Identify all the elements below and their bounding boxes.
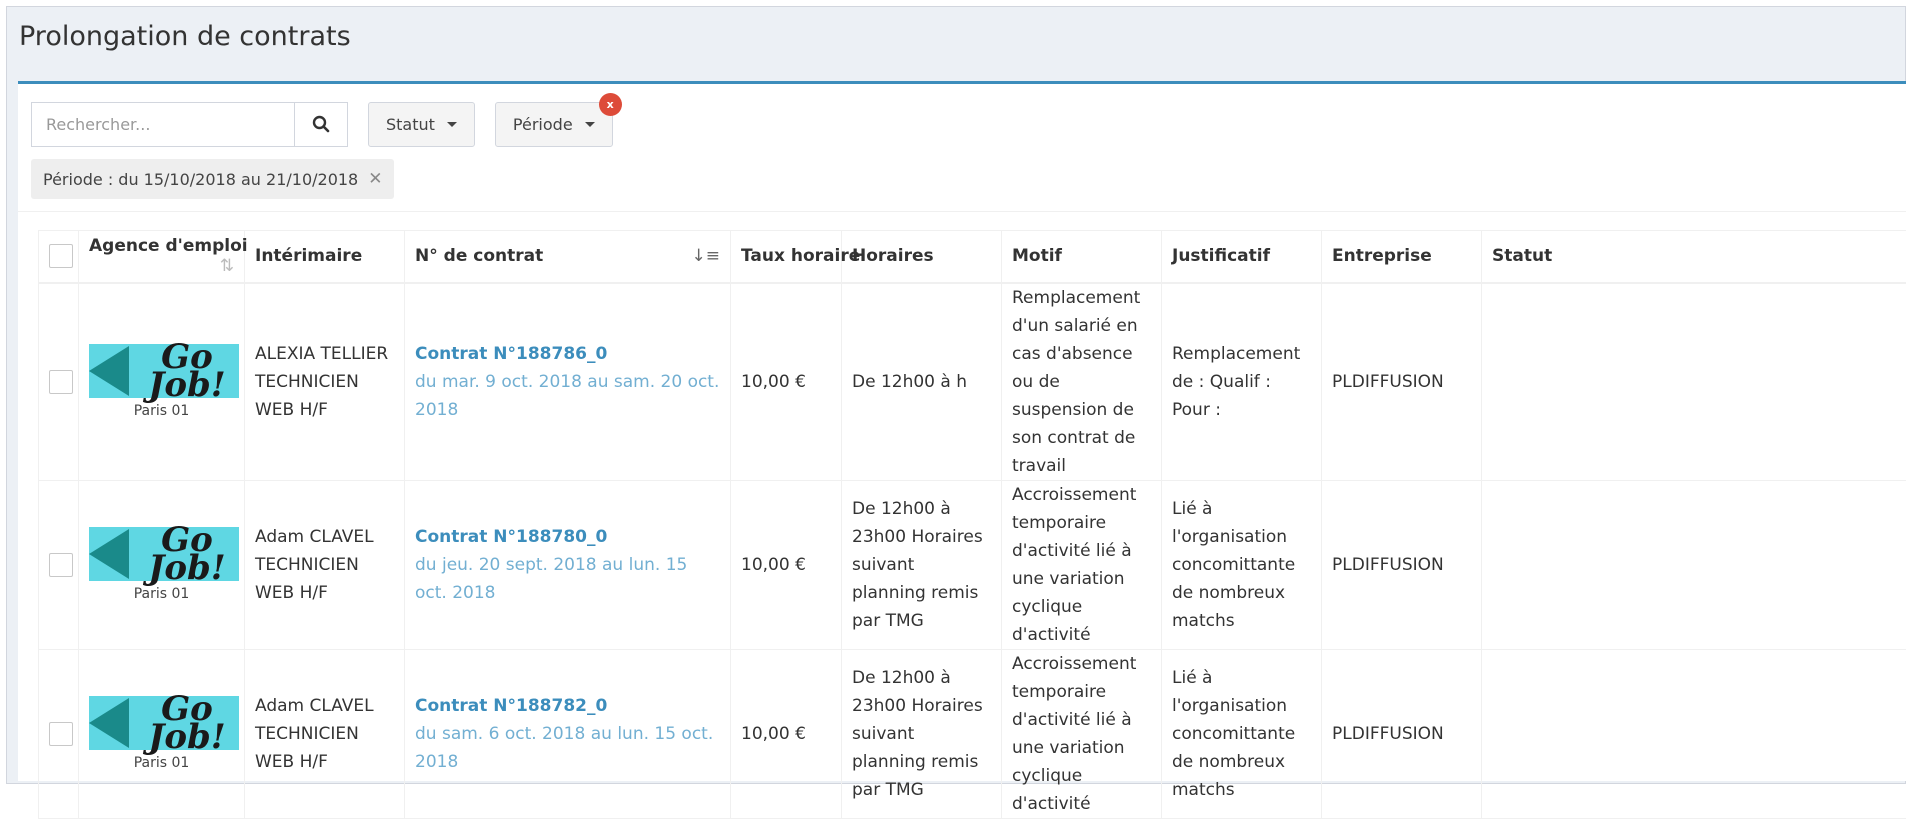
play-triangle-icon — [89, 346, 129, 396]
search-button[interactable] — [294, 102, 348, 147]
sort-icon[interactable]: ⇅ — [220, 256, 234, 276]
filter-tag-label: Période : du 15/10/2018 au 21/10/2018 — [43, 170, 358, 189]
search-icon — [312, 115, 330, 133]
worker-name: Adam CLAVEL — [255, 692, 394, 720]
status-cell — [1482, 283, 1906, 481]
play-triangle-icon — [89, 698, 129, 748]
caret-down-icon — [447, 122, 457, 127]
justification-cell: Remplacement de : Qualif : Pour : — [1162, 283, 1322, 481]
row-select-cell — [39, 283, 79, 481]
period-dropdown-label: Période — [513, 115, 573, 134]
status-dropdown[interactable]: Statut — [368, 102, 475, 147]
worker-cell: ALEXIA TELLIER TECHNICIEN WEB H/F — [245, 283, 405, 481]
header-reason: Motif — [1002, 231, 1162, 283]
worker-cell: Adam CLAVEL TECHNICIEN WEB H/F — [245, 480, 405, 649]
divider — [18, 211, 1906, 212]
agency-cell: Go Job! Paris 01 — [79, 480, 245, 649]
reason-cell: Accroissement temporaire d'activité lié … — [1002, 480, 1162, 649]
company-cell: PLDIFFUSION — [1322, 649, 1482, 818]
sort-desc-icon[interactable]: ↓≡ — [692, 246, 721, 266]
header-justification: Justificatif — [1162, 231, 1322, 283]
reason-cell: Accroissement temporaire d'activité lié … — [1002, 649, 1162, 818]
rate-cell: 10,00 € — [731, 649, 842, 818]
contract-link[interactable]: Contrat N°188786_0 — [415, 340, 720, 368]
page-header: Prolongation de contrats — [7, 7, 1905, 81]
status-cell — [1482, 480, 1906, 649]
contract-link[interactable]: Contrat N°188782_0 — [415, 692, 720, 720]
agency-logo: Go Job! — [89, 696, 239, 750]
play-triangle-icon — [89, 529, 129, 579]
active-filter-tag: Période : du 15/10/2018 au 21/10/2018 ✕ — [31, 159, 394, 199]
worker-name: ALEXIA TELLIER — [255, 340, 394, 368]
period-dropdown[interactable]: Période x — [495, 102, 613, 147]
contracts-table: Agence d'emploi⇅ Intérimaire N° de contr… — [38, 230, 1906, 819]
select-all-checkbox[interactable] — [49, 244, 73, 268]
worker-cell: Adam CLAVEL TECHNICIEN WEB H/F — [245, 649, 405, 818]
status-dropdown-label: Statut — [386, 115, 435, 134]
row-select-cell — [39, 480, 79, 649]
row-select-cell — [39, 649, 79, 818]
clear-period-badge[interactable]: x — [599, 93, 622, 116]
reason-cell: Remplacement d'un salarié en cas d'absen… — [1002, 283, 1162, 481]
contracts-panel: Statut Période x Période : du 15/10/2018… — [18, 81, 1906, 781]
header-rate: Taux horaire — [731, 231, 842, 283]
header-company: Entreprise — [1322, 231, 1482, 283]
contract-link[interactable]: Contrat N°188780_0 — [415, 523, 720, 551]
toolbar: Statut Période x — [31, 101, 613, 147]
page-title: Prolongation de contrats — [19, 21, 1893, 52]
contract-dates: du jeu. 20 sept. 2018 au lun. 15 oct. 20… — [415, 551, 720, 607]
header-hours: Horaires — [842, 231, 1002, 283]
hours-cell: De 12h00 à h — [842, 283, 1002, 481]
contract-dates: du mar. 9 oct. 2018 au sam. 20 oct. 2018 — [415, 368, 720, 424]
company-cell: PLDIFFUSION — [1322, 480, 1482, 649]
agency-logo: Go Job! — [89, 344, 239, 398]
table-row: Go Job! Paris 01 Adam CLAVEL TECHNICIEN … — [39, 649, 1906, 818]
header-worker: Intérimaire — [245, 231, 405, 283]
status-cell — [1482, 649, 1906, 818]
contract-cell: Contrat N°188786_0 du mar. 9 oct. 2018 a… — [405, 283, 731, 481]
justification-cell: Lié à l'organisation concomittante de no… — [1162, 649, 1322, 818]
worker-role: TECHNICIEN WEB H/F — [255, 551, 394, 607]
page: Prolongation de contrats Statut Période — [6, 6, 1906, 784]
search-input[interactable] — [31, 102, 294, 147]
search-group — [31, 102, 348, 147]
close-icon[interactable]: ✕ — [368, 169, 382, 189]
header-select-all — [39, 231, 79, 283]
rate-cell: 10,00 € — [731, 480, 842, 649]
table-header-row: Agence d'emploi⇅ Intérimaire N° de contr… — [39, 231, 1906, 283]
header-agency[interactable]: Agence d'emploi⇅ — [79, 231, 245, 283]
agency-cell: Go Job! Paris 01 — [79, 649, 245, 818]
row-checkbox[interactable] — [49, 370, 73, 394]
hours-cell: De 12h00 à 23h00 Horaires suivant planni… — [842, 649, 1002, 818]
justification-cell: Lié à l'organisation concomittante de no… — [1162, 480, 1322, 649]
row-checkbox[interactable] — [49, 722, 73, 746]
table-row: Go Job! Paris 01 ALEXIA TELLIER TECHNICI… — [39, 283, 1906, 481]
row-checkbox[interactable] — [49, 553, 73, 577]
table-row: Go Job! Paris 01 Adam CLAVEL TECHNICIEN … — [39, 480, 1906, 649]
company-cell: PLDIFFUSION — [1322, 283, 1482, 481]
worker-role: TECHNICIEN WEB H/F — [255, 720, 394, 776]
worker-name: Adam CLAVEL — [255, 523, 394, 551]
header-contract-number[interactable]: N° de contrat↓≡ — [405, 231, 731, 283]
hours-cell: De 12h00 à 23h00 Horaires suivant planni… — [842, 480, 1002, 649]
rate-cell: 10,00 € — [731, 283, 842, 481]
agency-logo: Go Job! — [89, 527, 239, 581]
header-status: Statut — [1482, 231, 1906, 283]
contract-cell: Contrat N°188780_0 du jeu. 20 sept. 2018… — [405, 480, 731, 649]
worker-role: TECHNICIEN WEB H/F — [255, 368, 394, 424]
contract-cell: Contrat N°188782_0 du sam. 6 oct. 2018 a… — [405, 649, 731, 818]
caret-down-icon — [585, 122, 595, 127]
agency-cell: Go Job! Paris 01 — [79, 283, 245, 481]
contract-dates: du sam. 6 oct. 2018 au lun. 15 oct. 2018 — [415, 720, 720, 776]
